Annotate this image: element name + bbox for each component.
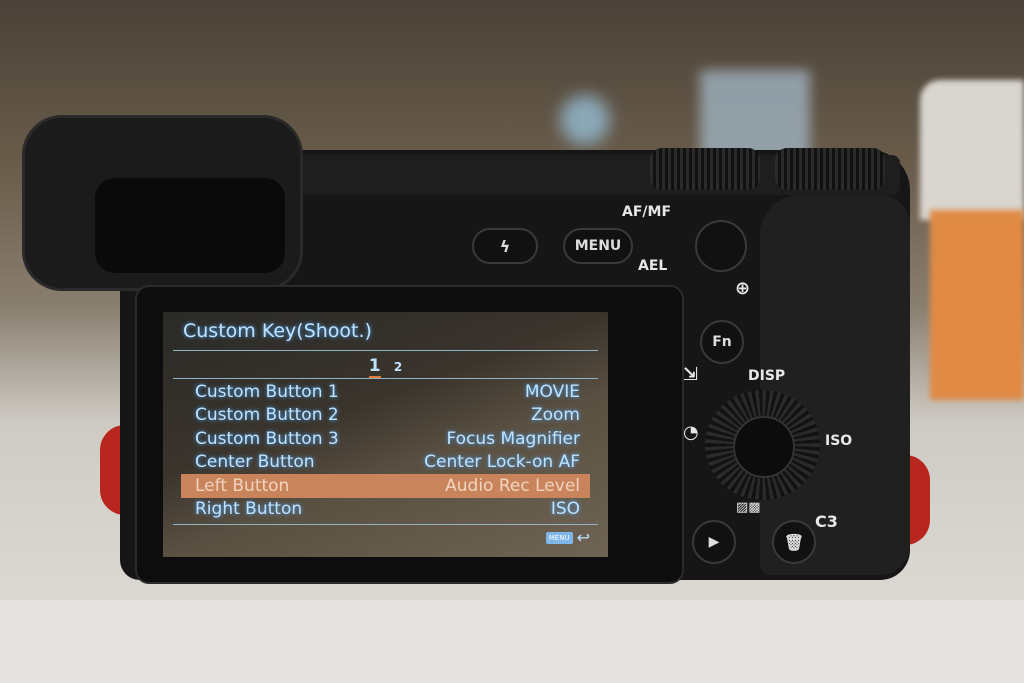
exposure-compensation-icon: ▨▩	[736, 500, 761, 515]
item-value: MOVIE	[524, 381, 580, 402]
viewfinder	[95, 178, 285, 273]
item-label: Custom Button 1	[195, 381, 339, 402]
page-tabs: 1 2	[163, 356, 608, 379]
flash-icon: ϟ	[499, 236, 511, 256]
playback-icon: ▶	[708, 534, 720, 550]
control-dial[interactable]	[650, 148, 760, 190]
menu-footer: MENU ↩	[545, 528, 590, 547]
delete-button[interactable]: 🗑	[772, 520, 816, 564]
tab-1[interactable]: 1	[368, 356, 381, 379]
menu-title: Custom Key(Shoot.)	[183, 320, 372, 342]
return-arrow-icon[interactable]: ↩	[577, 528, 590, 547]
divider	[173, 378, 598, 379]
self-timer-icon: ◔	[683, 422, 699, 443]
flash-button[interactable]: ϟ	[472, 228, 538, 264]
item-value: Audio Rec Level	[445, 475, 580, 496]
menu-item-right-button[interactable]: Right Button ISO	[181, 498, 590, 522]
control-wheel[interactable]	[705, 390, 820, 500]
item-label: Custom Button 3	[195, 428, 339, 449]
item-value: Center Lock-on AF	[424, 452, 580, 473]
divider	[173, 350, 598, 351]
background-light	[700, 70, 810, 160]
center-button[interactable]	[733, 416, 795, 478]
fn-label: Fn	[712, 334, 732, 350]
playback-button[interactable]: ▶	[692, 520, 736, 564]
background-cup-sleeve	[930, 210, 1024, 400]
background-cup	[920, 80, 1024, 220]
disp-label: DISP	[748, 368, 786, 384]
table-surface	[0, 600, 1024, 683]
menu-item-custom-button-1[interactable]: Custom Button 1 MOVIE	[181, 380, 590, 404]
zoom-in-icon: ⊕	[735, 278, 751, 299]
af-mf-ael-switch[interactable]	[695, 220, 747, 272]
item-value: Focus Magnifier	[446, 428, 581, 449]
ael-label: AEL	[638, 258, 668, 274]
item-value: ISO	[550, 499, 580, 520]
menu-button[interactable]: MENU	[563, 228, 633, 264]
menu-item-custom-button-3[interactable]: Custom Button 3 Focus Magnifier	[181, 427, 590, 451]
item-label: Center Button	[195, 452, 315, 473]
menu-button-label: MENU	[574, 238, 622, 254]
eyecup	[22, 115, 303, 291]
divider	[173, 524, 598, 525]
menu-item-center-button[interactable]: Center Button Center Lock-on AF	[181, 451, 590, 475]
item-label: Right Button	[195, 499, 303, 520]
menu-item-custom-button-2[interactable]: Custom Button 2 Zoom	[181, 404, 590, 428]
c3-label: C3	[815, 512, 838, 531]
menu-list: Custom Button 1 MOVIE Custom Button 2 Zoom…	[181, 380, 590, 521]
iso-label: ISO	[825, 433, 853, 449]
item-label: Left Button	[195, 475, 290, 496]
af-mf-label: AF/MF	[622, 204, 672, 220]
tab-2[interactable]: 2	[394, 360, 402, 374]
fn-button[interactable]: Fn	[700, 320, 744, 364]
menu-badge: MENU	[545, 531, 573, 544]
mode-dial[interactable]	[775, 148, 885, 190]
trash-icon: 🗑	[783, 532, 805, 552]
background-light	[560, 95, 610, 145]
item-label: Custom Button 2	[195, 405, 339, 426]
item-value: Zoom	[530, 405, 580, 426]
send-to-smartphone-icon: ⇲	[683, 364, 699, 385]
menu-item-left-button[interactable]: Left Button Audio Rec Level	[181, 474, 590, 498]
lcd-screen: Custom Key(Shoot.) 1 2 Custom Button 1 MO…	[163, 312, 608, 557]
